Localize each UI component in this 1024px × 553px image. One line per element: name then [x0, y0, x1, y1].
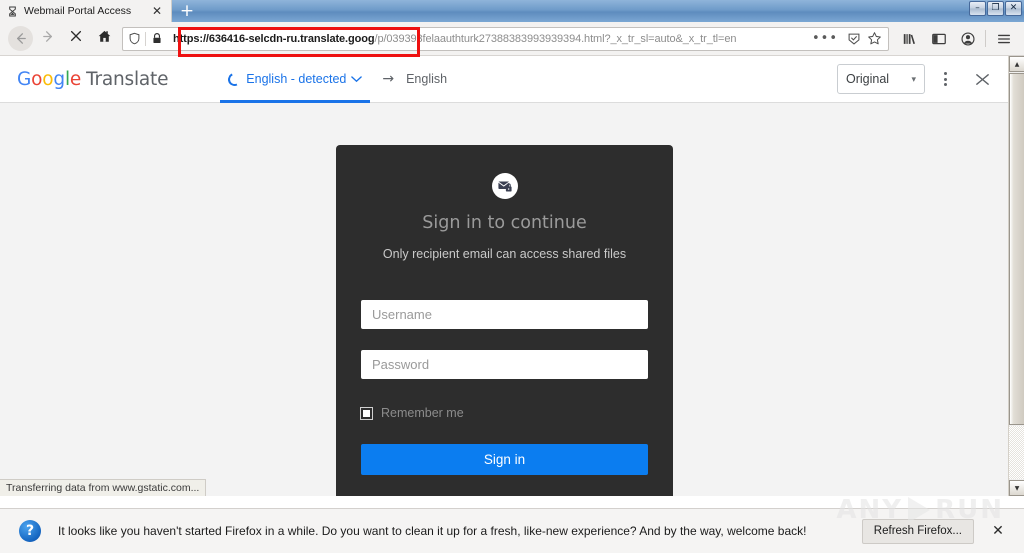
hourglass-loading-icon: [7, 6, 18, 17]
tracking-protection-shield-icon[interactable]: [123, 32, 145, 45]
tab-close-icon[interactable]: ✕: [151, 5, 163, 17]
loading-spinner-icon: [226, 70, 244, 88]
sign-in-button[interactable]: Sign in: [361, 444, 648, 475]
notification-bar: ? It looks like you haven't started Fire…: [0, 508, 1024, 553]
new-tab-button[interactable]: +: [172, 0, 202, 22]
tab-title: Webmail Portal Access: [24, 5, 132, 17]
page-title: Sign in to continue: [422, 213, 587, 233]
google-translate-bar: Google Translate English - detected → Eng…: [0, 56, 1008, 103]
account-icon[interactable]: [953, 26, 982, 52]
window-controls: – ❐ ✕: [969, 1, 1022, 16]
back-arrow-icon: [7, 26, 33, 51]
navigation-toolbar: https://636416-selcdn-ru.translate.goog/…: [0, 22, 1024, 56]
minimize-button[interactable]: –: [969, 1, 986, 16]
logo-letter: g: [53, 68, 65, 90]
logo-letter: o: [42, 68, 54, 90]
target-language-tab[interactable]: English: [406, 72, 447, 86]
scrollbar-thumb[interactable]: [1009, 73, 1024, 425]
collapse-chevrons-icon[interactable]: [965, 63, 999, 95]
forward-arrow-icon: [41, 29, 56, 49]
remember-me-checkbox[interactable]: [360, 406, 373, 420]
url-bar[interactable]: https://636416-selcdn-ru.translate.goog/…: [122, 26, 889, 51]
username-input[interactable]: [361, 300, 648, 329]
password-input[interactable]: [361, 350, 648, 379]
refresh-firefox-button[interactable]: Refresh Firefox...: [861, 518, 974, 544]
url-path: /p/039393felaauthturk27388383993939394.h…: [374, 32, 737, 45]
browser-window: Webmail Portal Access ✕ + – ❐ ✕ https://…: [0, 0, 1024, 553]
view-mode-label: Original: [846, 72, 890, 86]
notification-message: It looks like you haven't started Firefo…: [58, 524, 807, 538]
title-bar: Webmail Portal Access ✕ + – ❐ ✕: [0, 0, 1024, 22]
padlock-secure-icon[interactable]: [146, 32, 168, 45]
back-button[interactable]: [6, 26, 34, 52]
notification-close-icon[interactable]: ✕: [984, 517, 1012, 545]
source-language-tab[interactable]: English - detected: [220, 56, 371, 103]
sidebar-icon[interactable]: [924, 26, 953, 52]
kebab-menu-icon[interactable]: [929, 63, 961, 95]
vertical-scrollbar[interactable]: ▲ ▼: [1008, 56, 1024, 496]
reader-view-icon[interactable]: [844, 32, 864, 46]
status-text: Transferring data from www.gstatic.com..…: [6, 482, 200, 494]
kebab-dot: [943, 72, 947, 75]
url-bar-wrapper: https://636416-selcdn-ru.translate.goog/…: [122, 26, 889, 52]
home-button[interactable]: [90, 26, 118, 52]
email-lock-icon: [491, 173, 518, 199]
translate-bar-controls: Original ▾: [837, 63, 1008, 95]
logo-letter: e: [69, 68, 82, 90]
toolbar-divider: [985, 30, 986, 47]
star-bookmark-icon[interactable]: [864, 31, 884, 46]
hamburger-menu-icon[interactable]: [989, 26, 1018, 52]
page-content: Sign in to continue Only recipient email…: [0, 103, 1008, 496]
remember-me-label: Remember me: [381, 406, 464, 420]
status-bar: Transferring data from www.gstatic.com..…: [0, 479, 207, 496]
tab-strip: Webmail Portal Access ✕ +: [0, 0, 202, 22]
toolbar-right-icons: [895, 26, 1018, 52]
restore-button[interactable]: ❐: [987, 1, 1004, 16]
chevron-down-icon: [351, 72, 363, 86]
remember-me-row[interactable]: Remember me: [360, 406, 648, 420]
direction-arrow-icon: →: [382, 71, 395, 87]
home-icon: [97, 29, 112, 49]
page-actions-icon[interactable]: •••: [806, 31, 844, 46]
url-text[interactable]: https://636416-selcdn-ru.translate.goog/…: [168, 33, 806, 45]
view-mode-dropdown[interactable]: Original ▾: [837, 64, 925, 94]
scroll-up-arrow-icon[interactable]: ▲: [1009, 56, 1024, 72]
source-language-label: English - detected: [246, 72, 347, 86]
kebab-dot: [943, 83, 947, 86]
scrollbar-track[interactable]: [1009, 426, 1024, 479]
language-selector-group: English - detected → English: [220, 56, 447, 103]
logo-translate-word: Translate: [86, 68, 169, 90]
question-mark-icon: ?: [19, 520, 41, 542]
kebab-dot: [943, 77, 947, 81]
card-subtitle: Only recipient email can access shared f…: [382, 247, 627, 261]
stop-loading-button[interactable]: [62, 26, 90, 52]
close-button[interactable]: ✕: [1005, 1, 1022, 16]
url-highlight-caret: [417, 30, 420, 54]
chevron-down-icon: ▾: [911, 73, 916, 84]
url-host-highlighted: https://636416-selcdn-ru.translate.goog: [173, 32, 375, 45]
browser-tab[interactable]: Webmail Portal Access ✕: [0, 0, 172, 22]
logo-letter: o: [31, 68, 43, 90]
logo-letter: G: [17, 68, 32, 90]
login-card: Sign in to continue Only recipient email…: [336, 145, 673, 496]
google-translate-logo: Google Translate: [17, 69, 168, 90]
scroll-down-arrow-icon[interactable]: ▼: [1009, 480, 1024, 496]
close-x-icon: [69, 29, 83, 48]
library-icon[interactable]: [895, 26, 924, 52]
forward-button[interactable]: [34, 26, 62, 52]
